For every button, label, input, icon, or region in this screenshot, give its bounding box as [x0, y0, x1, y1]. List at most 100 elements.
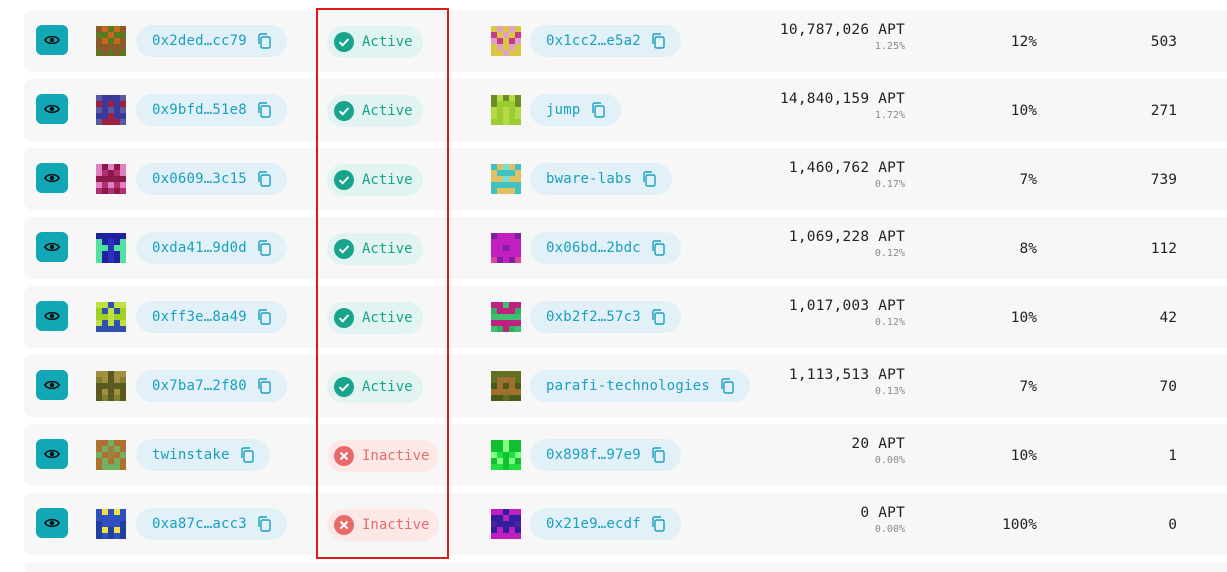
operator-avatar: [491, 26, 521, 56]
operator-address-chip[interactable]: 0x06bd…2bdc: [530, 232, 681, 264]
view-button[interactable]: [36, 232, 68, 262]
validator-address[interactable]: twinstake: [152, 447, 230, 463]
operator-address-chip[interactable]: jump: [530, 94, 621, 126]
operator-address[interactable]: 0x06bd…2bdc: [546, 240, 641, 256]
operator-address[interactable]: 0x1cc2…e5a2: [546, 33, 641, 49]
operator-address[interactable]: bware-labs: [546, 171, 632, 187]
operator-address-chip[interactable]: 0x21e9…ecdf: [530, 508, 681, 540]
operator-address[interactable]: 0x21e9…ecdf: [546, 516, 641, 532]
eye-icon: [44, 518, 60, 528]
view-button[interactable]: [36, 163, 68, 193]
validator-address[interactable]: 0x0609…3c15: [152, 171, 247, 187]
stake-percent: 0.00%: [874, 454, 905, 466]
copy-icon[interactable]: [257, 171, 271, 187]
view-button[interactable]: [36, 25, 68, 55]
stake-percent: 1.72%: [874, 109, 905, 121]
operator-avatar: [491, 95, 521, 125]
operator-address-chip[interactable]: 0xb2f2…57c3: [530, 301, 681, 333]
table-row: 0xa87c…acc3 Inactive 0x21e9…ecdf 0 APT 0…: [24, 493, 1227, 555]
operator-address[interactable]: 0xb2f2…57c3: [546, 309, 641, 325]
count-value: 112: [1150, 241, 1177, 257]
operator-address[interactable]: jump: [546, 102, 581, 118]
operator-avatar: [491, 302, 521, 332]
count-value: 42: [1159, 310, 1177, 326]
operator-address-chip[interactable]: 0x1cc2…e5a2: [530, 25, 681, 57]
validator-avatar: [96, 509, 126, 539]
validator-address-chip[interactable]: 0x2ded…cc79: [136, 25, 287, 57]
validator-address[interactable]: 0xff3e…8a49: [152, 309, 247, 325]
status-badge: Inactive: [327, 440, 440, 472]
operator-address[interactable]: 0x898f…97e9: [546, 447, 641, 463]
stake-amount: 1,113,513 APT: [788, 367, 905, 383]
operator-address[interactable]: parafi-technologies: [546, 378, 710, 394]
count-value: 739: [1150, 172, 1177, 188]
status-label: Inactive: [362, 448, 430, 464]
status-label: Active: [362, 379, 413, 395]
copy-icon[interactable]: [651, 447, 665, 463]
stake-amount: 0 APT: [860, 505, 905, 521]
copy-icon[interactable]: [651, 516, 665, 532]
view-button[interactable]: [36, 94, 68, 124]
copy-icon[interactable]: [651, 240, 665, 256]
validator-address-chip[interactable]: 0x7ba7…2f80: [136, 370, 287, 402]
copy-icon[interactable]: [591, 102, 605, 118]
stake-amount: 1,460,762 APT: [788, 160, 905, 176]
status-label: Active: [362, 241, 413, 257]
copy-icon[interactable]: [642, 171, 656, 187]
validator-address[interactable]: 0xda41…9d0d: [152, 240, 247, 256]
copy-icon[interactable]: [240, 447, 254, 463]
stake-amount: 1,017,003 APT: [788, 298, 905, 314]
copy-icon[interactable]: [257, 240, 271, 256]
view-button[interactable]: [36, 370, 68, 400]
validator-avatar: [96, 164, 126, 194]
table-row: 0x9bfd…51e8 Active jump 14,840,159 APT 1…: [24, 79, 1227, 141]
validator-address[interactable]: 0x7ba7…2f80: [152, 378, 247, 394]
view-button[interactable]: [36, 439, 68, 469]
status-badge: Active: [327, 164, 423, 196]
validator-address-chip[interactable]: 0xda41…9d0d: [136, 232, 287, 264]
operator-avatar: [491, 233, 521, 263]
stake-amount: 20 APT: [851, 436, 905, 452]
validator-avatar: [96, 371, 126, 401]
stake-amount: 1,069,228 APT: [788, 229, 905, 245]
copy-icon[interactable]: [257, 309, 271, 325]
eye-icon: [44, 173, 60, 183]
view-button[interactable]: [36, 301, 68, 331]
validator-address[interactable]: 0x2ded…cc79: [152, 33, 247, 49]
copy-icon[interactable]: [257, 516, 271, 532]
validator-address[interactable]: 0x9bfd…51e8: [152, 102, 247, 118]
validator-address-chip[interactable]: 0x0609…3c15: [136, 163, 287, 195]
stake-percent: 0.12%: [874, 316, 905, 328]
eye-icon: [44, 311, 60, 321]
table-row: twinstake Inactive 0x898f…97e9 20 APT 0.…: [24, 424, 1227, 486]
status-badge: Active: [327, 371, 423, 403]
copy-icon[interactable]: [257, 102, 271, 118]
operator-address-chip[interactable]: parafi-technologies: [530, 370, 750, 402]
validator-address-chip[interactable]: 0xa87c…acc3: [136, 508, 287, 540]
count-value: 0: [1168, 517, 1177, 533]
validator-address-chip[interactable]: 0xff3e…8a49: [136, 301, 287, 333]
copy-icon[interactable]: [257, 33, 271, 49]
operator-address-chip[interactable]: 0x898f…97e9: [530, 439, 681, 471]
copy-icon[interactable]: [651, 33, 665, 49]
validator-address-chip[interactable]: 0x9bfd…51e8: [136, 94, 287, 126]
table-row: 0x0609…3c15 Active bware-labs 1,460,762 …: [24, 148, 1227, 210]
stake-amount: 14,840,159 APT: [779, 91, 905, 107]
status-label: Active: [362, 310, 413, 326]
operator-avatar: [491, 371, 521, 401]
stake-cell: 1,017,003 APT 0.12%: [789, 299, 905, 328]
validator-address-chip[interactable]: twinstake: [136, 439, 270, 471]
view-button[interactable]: [36, 508, 68, 538]
status-badge: Active: [327, 26, 423, 58]
status-badge: Inactive: [327, 509, 440, 541]
commission-value: 10%: [1010, 448, 1037, 464]
commission-value: 7%: [1019, 379, 1037, 395]
validator-address[interactable]: 0xa87c…acc3: [152, 516, 247, 532]
count-value: 1: [1168, 448, 1177, 464]
copy-icon[interactable]: [651, 309, 665, 325]
check-circle-icon: [334, 377, 354, 397]
copy-icon[interactable]: [720, 378, 734, 394]
operator-address-chip[interactable]: bware-labs: [530, 163, 673, 195]
table-row: [24, 562, 1227, 572]
copy-icon[interactable]: [257, 378, 271, 394]
